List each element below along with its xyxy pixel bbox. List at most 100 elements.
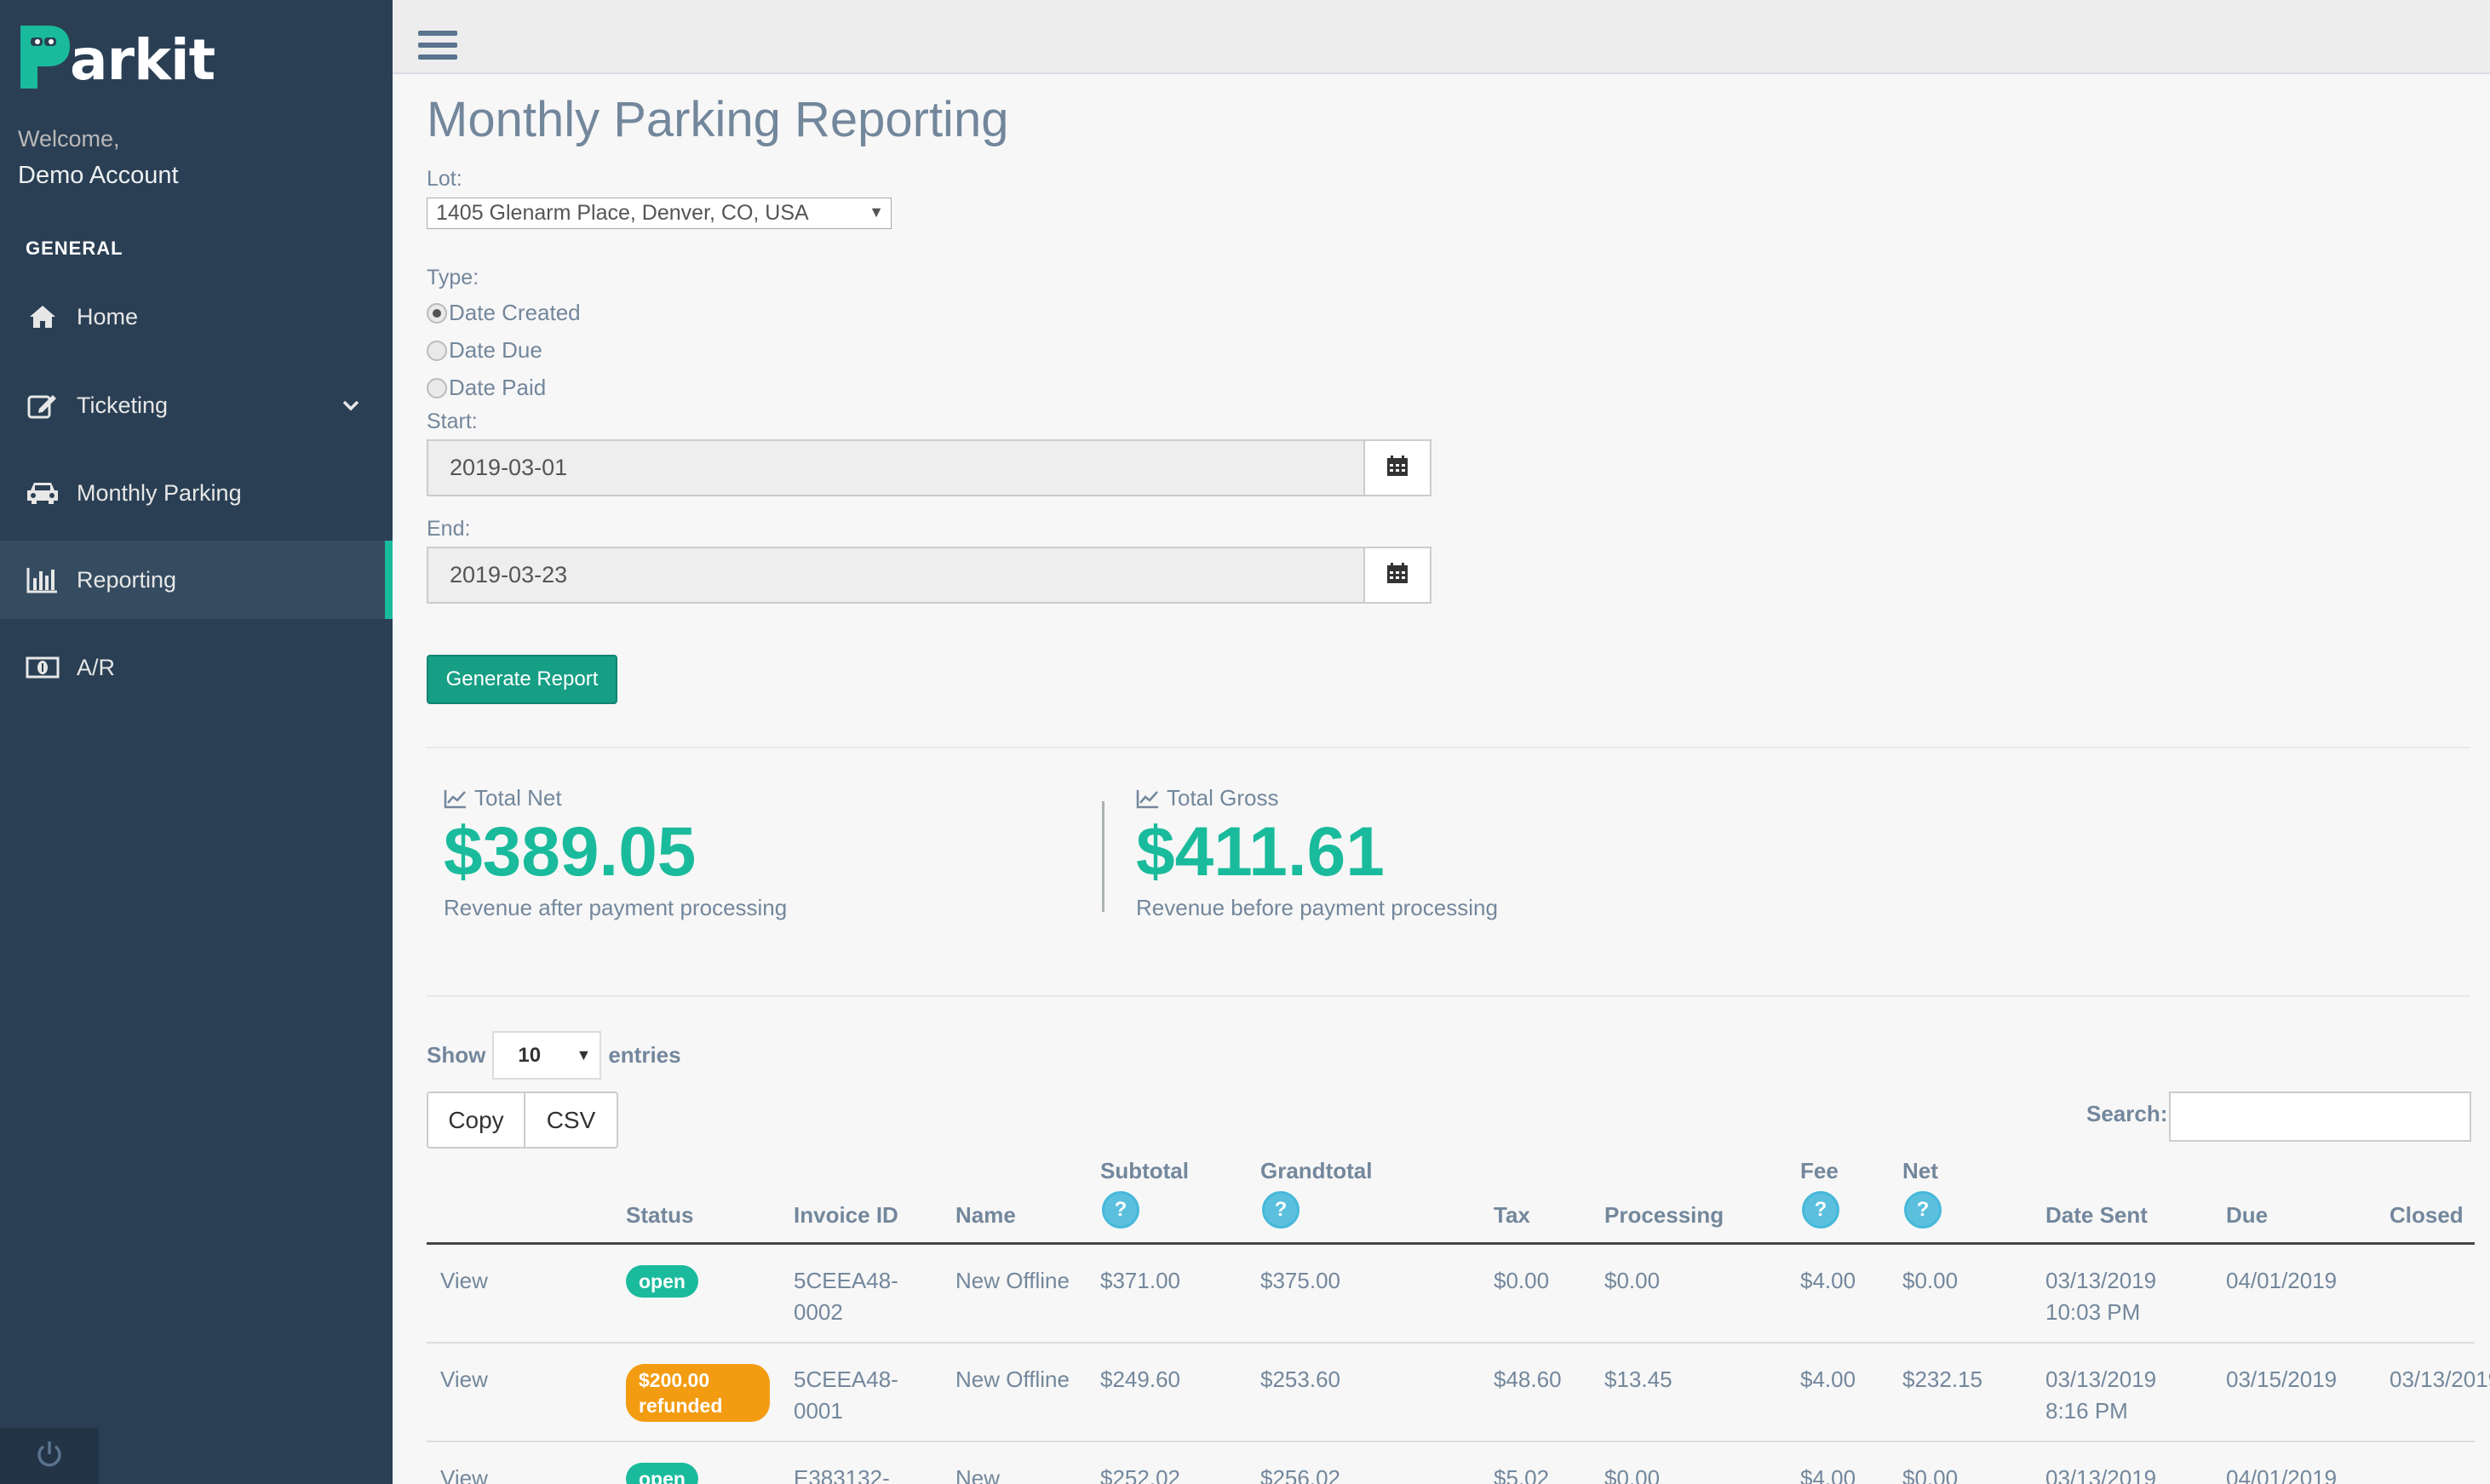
- divider: [427, 995, 2470, 997]
- radio-date-created[interactable]: Date Created: [427, 300, 581, 326]
- home-icon: [26, 301, 60, 332]
- stat-value: $389.05: [444, 813, 697, 891]
- lot-select[interactable]: 1405 Glenarm Place, Denver, CO, USA ▼: [427, 198, 892, 229]
- stat-subtitle: Revenue after payment processing: [444, 895, 788, 920]
- radio-button[interactable]: [427, 377, 447, 398]
- stat-header: Total Net: [444, 785, 787, 811]
- tax-cell: $48.60: [1443, 1343, 1562, 1442]
- name-cell: New: [944, 1441, 1088, 1484]
- help-icon[interactable]: ?: [1262, 1191, 1300, 1229]
- sidebar-item-reporting[interactable]: Reporting: [0, 541, 393, 619]
- column-header: [427, 1158, 520, 1245]
- lot-select-value: 1405 Glenarm Place, Denver, CO, USA: [436, 201, 809, 225]
- column-header-net[interactable]: Net ?: [1851, 1158, 1977, 1245]
- start-date-field[interactable]: 2019-03-01: [427, 439, 1431, 496]
- date-sent-cell: 03/13/2019 8:16 PM: [1977, 1343, 2158, 1442]
- sidebar-item-ticketing[interactable]: Ticketing: [0, 366, 393, 444]
- date-sent-cell: 03/13/2019 10:03 PM: [1977, 1243, 2158, 1344]
- column-header-status[interactable]: Status: [520, 1158, 780, 1245]
- dropdown-arrow-icon: ▼: [576, 1046, 592, 1063]
- table-header-row: Status Invoice ID Name Subtotal ? Grandt…: [427, 1158, 2475, 1245]
- line-chart-icon: [1136, 789, 1158, 808]
- view-link[interactable]: View: [427, 1243, 520, 1344]
- fee-cell: $4.00: [1749, 1243, 1856, 1344]
- due-cell: 03/15/2019: [2158, 1343, 2337, 1442]
- sidebar: arkit Welcome, Demo Account GENERAL Home…: [0, 0, 393, 1484]
- copy-button[interactable]: Copy: [427, 1092, 525, 1149]
- end-date-field[interactable]: 2019-03-23: [427, 547, 1431, 604]
- radio-label: Date Paid: [449, 375, 547, 400]
- radio-date-paid[interactable]: Date Paid: [427, 375, 546, 401]
- entries-label: entries: [608, 1042, 681, 1068]
- name-cell: New Offline: [944, 1243, 1088, 1344]
- logo-p-icon: [17, 22, 72, 90]
- divider: [427, 747, 2470, 748]
- status-badge: $200.00 refunded: [626, 1364, 770, 1422]
- end-date-input[interactable]: 2019-03-23: [428, 548, 1363, 602]
- welcome-text: Welcome,: [18, 126, 120, 152]
- column-header-name[interactable]: Name: [944, 1158, 1088, 1245]
- tax-cell: $0.00: [1443, 1243, 1553, 1344]
- generate-report-button[interactable]: Generate Report: [427, 655, 617, 704]
- view-link[interactable]: View: [427, 1441, 520, 1484]
- invoice-id-cell: 5CEEA48- 0002: [780, 1243, 944, 1344]
- invoices-table: Status Invoice ID Name Subtotal ? Grandt…: [427, 1158, 2490, 1484]
- csv-button[interactable]: CSV: [525, 1092, 618, 1149]
- export-buttons: Copy CSV: [427, 1092, 618, 1149]
- logout-button[interactable]: [0, 1428, 99, 1484]
- bar-chart-icon: [26, 564, 60, 595]
- invoice-id-cell: E383132-: [780, 1441, 944, 1484]
- subtotal-cell: $371.00: [1088, 1243, 1248, 1344]
- logo-text: arkit: [70, 27, 215, 93]
- help-icon[interactable]: ?: [1102, 1191, 1139, 1229]
- sidebar-item-label: Monthly Parking: [77, 479, 242, 506]
- help-icon[interactable]: ?: [1904, 1191, 1942, 1229]
- table-row: View $200.00 refunded 5CEEA48- 0001 New O…: [427, 1343, 2490, 1442]
- radio-button[interactable]: [427, 340, 447, 361]
- processing-cell: $13.45: [1553, 1343, 1749, 1442]
- sidebar-item-label: Reporting: [77, 566, 177, 593]
- radio-button[interactable]: [427, 302, 447, 324]
- start-calendar-button[interactable]: [1363, 441, 1430, 495]
- column-header-subtotal[interactable]: Subtotal ?: [1088, 1158, 1248, 1245]
- start-date-input[interactable]: 2019-03-01: [428, 441, 1363, 495]
- radio-date-due[interactable]: Date Due: [427, 337, 542, 364]
- stat-value: $411.61: [1136, 813, 1385, 891]
- due-cell: 04/01/2019: [2158, 1243, 2337, 1344]
- closed-cell: [2321, 1243, 2475, 1344]
- column-header-grandtotal[interactable]: Grandtotal ?: [1248, 1158, 1443, 1245]
- search-label: Search:: [2086, 1101, 2168, 1126]
- invoice-id-cell: 5CEEA48- 0001: [780, 1343, 944, 1442]
- app-logo[interactable]: arkit: [17, 19, 215, 90]
- net-cell: $0.00: [1851, 1243, 1977, 1344]
- radio-label: Date Created: [449, 300, 581, 325]
- column-header-invoice-id[interactable]: Invoice ID: [780, 1158, 944, 1245]
- end-calendar-button[interactable]: [1363, 548, 1430, 602]
- help-icon[interactable]: ?: [1802, 1191, 1839, 1229]
- column-header-tax[interactable]: Tax: [1443, 1158, 1553, 1245]
- grandtotal-cell: $256.02: [1248, 1441, 1443, 1484]
- sidebar-item-label: A/R: [77, 654, 116, 680]
- start-label: Start:: [427, 410, 478, 433]
- sidebar-item-ar[interactable]: A/R: [0, 628, 393, 707]
- entries-select[interactable]: 10 ▼: [492, 1031, 602, 1080]
- fee-cell: $4.00: [1749, 1343, 1856, 1442]
- closed-cell: 03/13/2019: [2321, 1343, 2490, 1442]
- column-header-due[interactable]: Due: [2158, 1158, 2321, 1245]
- view-link[interactable]: View: [427, 1343, 520, 1442]
- subtotal-cell: $252.02: [1088, 1441, 1248, 1484]
- search-input[interactable]: [2169, 1092, 2471, 1142]
- column-header-processing[interactable]: Processing: [1553, 1158, 1749, 1245]
- column-header-closed[interactable]: Closed: [2321, 1158, 2475, 1245]
- sidebar-item-home[interactable]: Home: [0, 278, 393, 356]
- processing-cell: $0.00: [1553, 1243, 1749, 1344]
- closed-cell: [2321, 1441, 2475, 1484]
- header-label: Fee: [1800, 1158, 1839, 1183]
- sidebar-item-monthly-parking[interactable]: Monthly Parking: [0, 454, 393, 532]
- column-header-date-sent[interactable]: Date Sent: [1977, 1158, 2158, 1245]
- dropdown-arrow-icon: ▼: [869, 203, 884, 221]
- menu-toggle-icon[interactable]: [418, 31, 457, 65]
- sidebar-item-label: Ticketing: [77, 392, 169, 418]
- date-sent-cell: 03/13/2019: [1977, 1441, 2158, 1484]
- column-header-fee[interactable]: Fee ?: [1749, 1158, 1851, 1245]
